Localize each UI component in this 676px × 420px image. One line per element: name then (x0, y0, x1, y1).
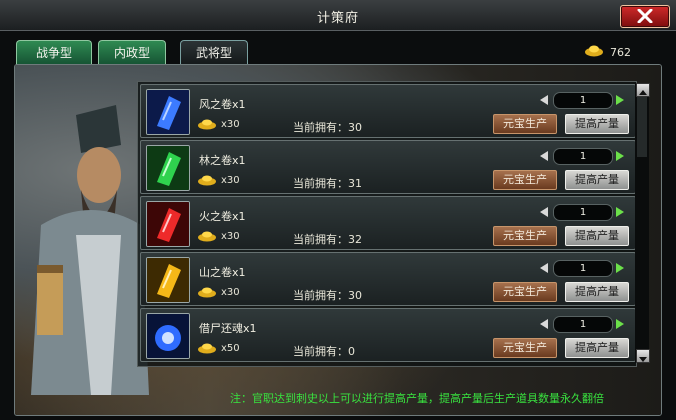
quantity-field[interactable]: 1 (553, 260, 613, 277)
quantity-field[interactable]: 1 (553, 92, 613, 109)
quantity-field[interactable]: 1 (553, 148, 613, 165)
window-title: 计策府 (316, 11, 359, 26)
improve-button[interactable]: 提高产量 (565, 114, 629, 134)
improve-button[interactable]: 提高产量 (565, 282, 629, 302)
item-cost: x30 (221, 231, 240, 242)
item-name: 山之卷x1 (199, 266, 246, 279)
forest-scroll-icon (146, 145, 190, 191)
gold-ingot-icon (198, 287, 216, 298)
quantity-field[interactable]: 1 (553, 316, 613, 333)
list-item: 火之卷x1 x30 当前拥有：32 1 元宝生产 提高产量 (140, 196, 636, 250)
decrease-arrow-icon[interactable] (539, 318, 549, 330)
produce-button[interactable]: 元宝生产 (493, 114, 557, 134)
scroll-thumb[interactable] (637, 97, 647, 157)
tab-general-label: 武将型 (195, 46, 232, 60)
title-bar: 计策府 (0, 0, 676, 31)
item-owned: 当前拥有：30 (293, 121, 362, 134)
produce-button[interactable]: 元宝生产 (493, 338, 557, 358)
mountain-scroll-icon (146, 257, 190, 303)
list-item: 林之卷x1 x30 当前拥有：31 1 元宝生产 提高产量 (140, 140, 636, 194)
improve-button[interactable]: 提高产量 (565, 338, 629, 358)
gold-count: 762 (610, 46, 631, 59)
arrow-down-icon (639, 357, 647, 362)
footer-note: 注：官职达到刺史以上可以进行提高产量，提高产量后生产道具数量永久翻倍 (230, 392, 604, 405)
tab-war-label: 战争型 (35, 46, 72, 60)
item-name: 林之卷x1 (199, 154, 246, 167)
gold-ingot-icon (198, 175, 216, 186)
produce-button[interactable]: 元宝生产 (493, 170, 557, 190)
improve-button[interactable]: 提高产量 (565, 226, 629, 246)
close-button[interactable] (620, 5, 670, 28)
strategist-portrait (31, 105, 149, 395)
gold-ingot-icon (198, 119, 216, 130)
increase-arrow-icon[interactable] (615, 94, 625, 106)
tab-war[interactable]: 战争型 (16, 40, 92, 65)
decrease-arrow-icon[interactable] (539, 150, 549, 162)
produce-button[interactable]: 元宝生产 (493, 282, 557, 302)
list-item: 山之卷x1 x30 当前拥有：30 1 元宝生产 提高产量 (140, 252, 636, 306)
item-owned: 当前拥有：0 (293, 345, 355, 358)
gold-ingot-icon (198, 231, 216, 242)
item-name: 火之卷x1 (199, 210, 246, 223)
list-item: 风之卷x1 x30 当前拥有：30 1 元宝生产 提高产量 (140, 84, 636, 138)
item-name: 借尸还魂x1 (199, 322, 257, 335)
fire-scroll-icon (146, 201, 190, 247)
increase-arrow-icon[interactable] (615, 262, 625, 274)
item-owned: 当前拥有：32 (293, 233, 362, 246)
item-cost: x30 (221, 175, 240, 186)
gold-ingot-icon (198, 343, 216, 354)
increase-arrow-icon[interactable] (615, 318, 625, 330)
scroll-up-button[interactable] (636, 83, 650, 97)
improve-button[interactable]: 提高产量 (565, 170, 629, 190)
close-x-icon (637, 9, 653, 23)
item-owned: 当前拥有：31 (293, 177, 362, 190)
produce-button[interactable]: 元宝生产 (493, 226, 557, 246)
item-cost: x30 (221, 287, 240, 298)
main-frame: 风之卷x1 x30 当前拥有：30 1 元宝生产 提高产量 林之卷x1 x30 … (14, 64, 662, 416)
list-item: 借尸还魂x1 x50 当前拥有：0 1 元宝生产 提高产量 (140, 308, 636, 362)
item-cost: x50 (221, 343, 240, 354)
item-list-panel: 风之卷x1 x30 当前拥有：30 1 元宝生产 提高产量 林之卷x1 x30 … (137, 81, 637, 367)
item-name: 风之卷x1 (199, 98, 246, 111)
item-owned: 当前拥有：30 (293, 289, 362, 302)
gold-ingot-icon (585, 45, 603, 57)
scrollbar[interactable] (635, 83, 650, 363)
increase-arrow-icon[interactable] (615, 206, 625, 218)
wind-scroll-icon (146, 89, 190, 135)
soul-orb-icon (146, 313, 190, 359)
tab-internal-label: 内政型 (113, 46, 150, 60)
scroll-down-button[interactable] (636, 349, 650, 363)
decrease-arrow-icon[interactable] (539, 206, 549, 218)
decrease-arrow-icon[interactable] (539, 94, 549, 106)
tab-internal[interactable]: 内政型 (98, 40, 166, 65)
decrease-arrow-icon[interactable] (539, 262, 549, 274)
item-cost: x30 (221, 119, 240, 130)
increase-arrow-icon[interactable] (615, 150, 625, 162)
tab-general[interactable]: 武将型 (180, 40, 248, 65)
quantity-field[interactable]: 1 (553, 204, 613, 221)
